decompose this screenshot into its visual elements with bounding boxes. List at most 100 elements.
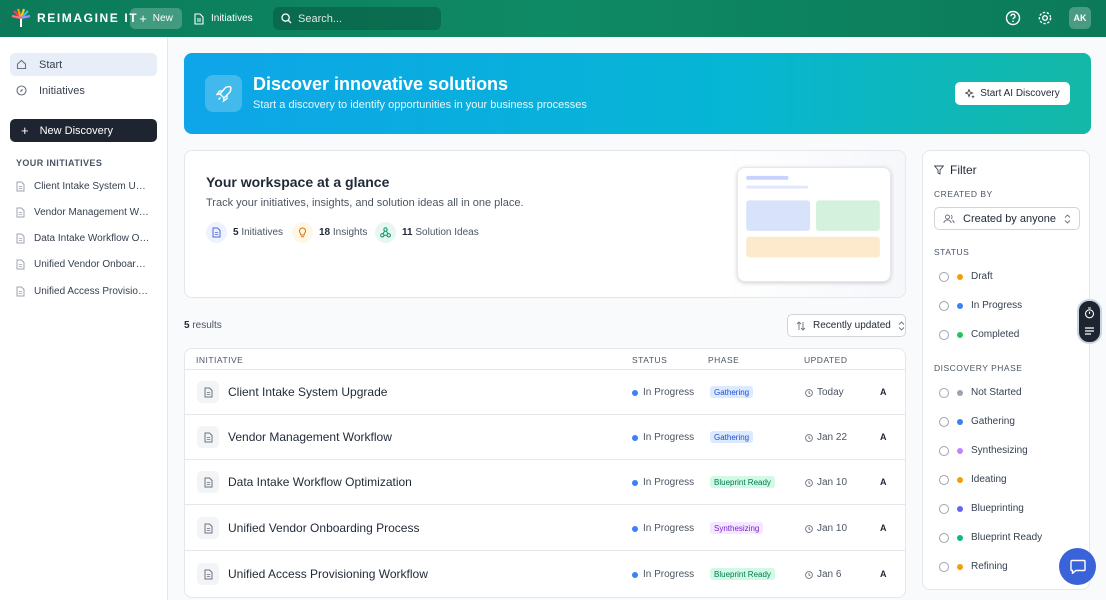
sidebar-item-initiatives[interactable]: Initiatives: [10, 79, 157, 102]
nav-initiatives[interactable]: Initiatives: [194, 8, 253, 29]
phase-badge: Synthesizing: [710, 522, 763, 534]
search-input[interactable]: Search...: [273, 7, 441, 30]
table-row[interactable]: Data Intake Workflow Optimization In Pro…: [185, 460, 906, 505]
app-logo[interactable]: REIMAGINE IT: [11, 8, 138, 28]
sort-select[interactable]: Recently updated: [787, 314, 906, 337]
radio-button[interactable]: [939, 417, 949, 427]
radio-button[interactable]: [939, 388, 949, 398]
row-status-label: In Progress: [643, 432, 694, 443]
stat-count: 5: [233, 227, 239, 238]
column-header-updated[interactable]: UPDATED: [804, 355, 848, 365]
document-icon: [206, 222, 227, 243]
sidebar-initiative-item[interactable]: Data Intake Workflow Optimization: [16, 230, 156, 246]
phase-option-ideating[interactable]: Ideating: [939, 474, 1007, 485]
sidebar-initiative-item[interactable]: Unified Access Provisioning Workflow: [16, 283, 156, 299]
radio-button[interactable]: [939, 475, 949, 485]
phase-option-refining[interactable]: Refining: [939, 561, 1008, 572]
sidebar-initiative-item[interactable]: Client Intake System Upgrade: [16, 178, 156, 194]
radio-button[interactable]: [939, 562, 949, 572]
users-icon: [943, 214, 955, 224]
stat-label: Solution Ideas: [415, 227, 478, 238]
floating-tool-widget[interactable]: [1077, 299, 1102, 344]
initiatives-table: INITIATIVE STATUS PHASE UPDATED Client I…: [184, 348, 906, 598]
column-header-status[interactable]: STATUS: [632, 355, 667, 365]
new-button[interactable]: + New: [130, 8, 182, 29]
row-status-label: In Progress: [643, 569, 694, 580]
table-row[interactable]: Unified Access Provisioning Workflow In …: [185, 552, 906, 597]
phase-badge: Blueprint Ready: [710, 476, 775, 488]
document-icon: [16, 207, 25, 218]
status-option-label: Completed: [971, 329, 1019, 340]
radio-button[interactable]: [939, 446, 949, 456]
table-row[interactable]: Unified Vendor Onboarding Process In Pro…: [185, 506, 906, 551]
sidebar-item-start[interactable]: Start: [10, 53, 157, 76]
new-discovery-button[interactable]: + New Discovery: [10, 119, 157, 142]
row-owner-avatar: A: [880, 569, 887, 579]
status-dot: [957, 274, 963, 280]
document-icon: [16, 233, 25, 244]
settings-gear-icon[interactable]: [1037, 10, 1053, 26]
created-by-value: Created by anyone: [963, 213, 1056, 225]
phase-dot: [957, 535, 963, 541]
row-initiative-name[interactable]: Vendor Management Workflow: [228, 430, 392, 444]
row-status: In Progress: [632, 569, 694, 580]
row-initiative-name[interactable]: Unified Vendor Onboarding Process: [228, 521, 419, 535]
start-ai-discovery-button[interactable]: Start AI Discovery: [955, 82, 1070, 105]
table-row[interactable]: Client Intake System Upgrade In Progress…: [185, 370, 906, 415]
column-header-initiative[interactable]: INITIATIVE: [196, 355, 243, 365]
row-initiative-name[interactable]: Unified Access Provisioning Workflow: [228, 567, 428, 581]
radio-button[interactable]: [939, 301, 949, 311]
results-number: 5: [184, 320, 190, 331]
row-updated-label: Jan 6: [817, 569, 841, 580]
row-initiative-name[interactable]: Data Intake Workflow Optimization: [228, 475, 412, 489]
radio-button[interactable]: [939, 504, 949, 514]
document-icon: [197, 471, 219, 493]
status-dot: [632, 435, 638, 441]
clock-icon: [805, 389, 813, 397]
radio-button[interactable]: [939, 330, 949, 340]
row-initiative-name[interactable]: Client Intake System Upgrade: [228, 385, 387, 399]
phase-option-blueprinting[interactable]: Blueprinting: [939, 503, 1024, 514]
stat-label: Initiatives: [241, 227, 283, 238]
stat-count: 11: [402, 227, 413, 238]
phase-option-label: Gathering: [971, 416, 1015, 427]
sort-arrows-icon: [796, 321, 806, 331]
phase-option-label: Synthesizing: [971, 445, 1028, 456]
status-option-completed[interactable]: Completed: [939, 329, 1019, 340]
row-updated-label: Jan 22: [817, 432, 847, 443]
column-header-phase[interactable]: PHASE: [708, 355, 739, 365]
user-avatar[interactable]: AK: [1069, 7, 1091, 29]
phase-option-synthesizing[interactable]: Synthesizing: [939, 445, 1028, 456]
hero-subtitle: Start a discovery to identify opportunit…: [253, 99, 587, 111]
document-icon: [197, 426, 219, 448]
status-option-in-progress[interactable]: In Progress: [939, 300, 1022, 311]
list-icon[interactable]: [1084, 326, 1095, 336]
status-dot: [632, 480, 638, 486]
chat-button[interactable]: [1059, 548, 1096, 585]
home-icon: [16, 59, 27, 70]
sidebar-initiative-item[interactable]: Unified Vendor Onboarding Process: [16, 256, 156, 272]
help-icon[interactable]: [1005, 10, 1021, 26]
phase-option-gathering[interactable]: Gathering: [939, 416, 1015, 427]
clock-icon: [805, 571, 813, 579]
timer-icon[interactable]: [1084, 307, 1095, 319]
phase-dot: [957, 390, 963, 396]
radio-button[interactable]: [939, 533, 949, 543]
radio-button[interactable]: [939, 272, 949, 282]
sidebar-initiative-label: Client Intake System Upgrade: [34, 181, 151, 192]
status-option-draft[interactable]: Draft: [939, 271, 993, 282]
phase-badge: Gathering: [710, 431, 753, 443]
row-owner-avatar: A: [880, 523, 887, 533]
created-by-select[interactable]: Created by anyone: [934, 207, 1080, 230]
row-status-label: In Progress: [643, 387, 694, 398]
row-updated-label: Jan 10: [817, 523, 847, 534]
discovery-phase-heading: DISCOVERY PHASE: [934, 363, 1022, 373]
phase-option-blueprint-ready[interactable]: Blueprint Ready: [939, 532, 1042, 543]
phase-option-not-started[interactable]: Not Started: [939, 387, 1022, 398]
logo-mark-icon: [11, 8, 31, 28]
new-discovery-label: New Discovery: [40, 125, 113, 137]
row-status: In Progress: [632, 432, 694, 443]
sidebar-initiative-item[interactable]: Vendor Management Workflow: [16, 204, 156, 220]
table-row[interactable]: Vendor Management Workflow In Progress G…: [185, 415, 906, 460]
document-icon: [197, 381, 219, 403]
